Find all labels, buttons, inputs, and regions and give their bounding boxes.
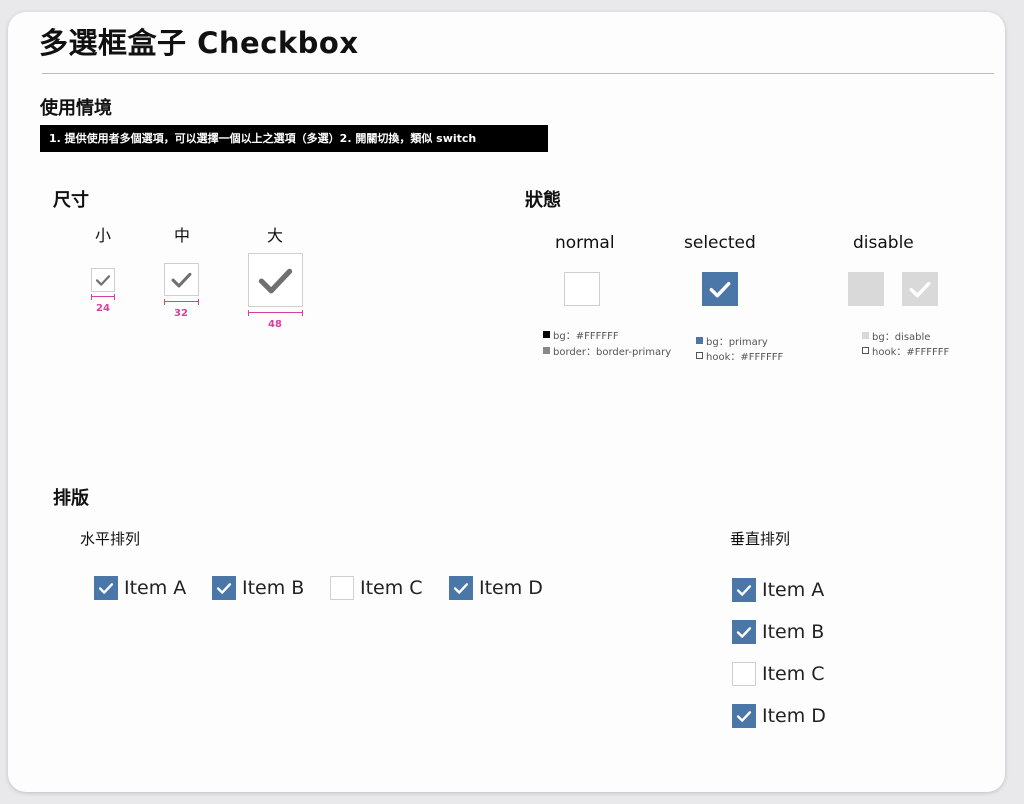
size-label-large: 大	[267, 226, 284, 245]
state-section-title: 狀態	[525, 190, 561, 211]
swatch-gray	[543, 347, 550, 354]
checkbox-size-small	[91, 268, 115, 292]
check-icon	[709, 281, 731, 298]
checkbox-checked[interactable]	[732, 704, 756, 728]
dimension-value-small: 24	[96, 303, 110, 314]
page-title: 多選框盒子 Checkbox	[39, 26, 359, 60]
spec-selected-bg: bg：primary	[696, 333, 768, 348]
size-section-title: 尺寸	[53, 190, 89, 211]
swatch-black	[543, 331, 550, 338]
spec-disable-bg: bg：disable	[862, 328, 930, 343]
title-divider	[42, 73, 994, 74]
horizontal-item-c[interactable]: Item C	[330, 576, 423, 600]
checkbox-state-normal	[564, 272, 600, 306]
spec-disable-hook: hook：#FFFFFF	[862, 343, 949, 358]
check-icon	[95, 275, 111, 286]
horizontal-item-a[interactable]: Item A	[94, 576, 186, 600]
dimension-line-medium	[164, 299, 199, 305]
usage-banner: 1. 提供使用者多個選項，可以選擇一個以上之選項（多選）2. 開關切換，類似 s…	[40, 125, 548, 152]
checkbox-state-disable-checked	[902, 272, 938, 306]
swatch-white	[696, 352, 703, 359]
check-icon	[909, 281, 931, 298]
vertical-item-d[interactable]: Item D	[732, 704, 826, 728]
checkbox-checked[interactable]	[94, 576, 118, 600]
spec-selected-hook: hook：#FFFFFF	[696, 348, 783, 363]
dimension-value-large: 48	[268, 319, 282, 330]
item-label: Item C	[762, 663, 825, 685]
item-label: Item B	[242, 577, 305, 599]
checkbox-state-selected	[702, 272, 738, 306]
dimension-line-small	[91, 294, 115, 300]
dimension-line-large	[248, 310, 303, 316]
check-icon	[453, 583, 469, 594]
checkbox-state-disable-unchecked	[848, 272, 884, 306]
checkbox-unchecked[interactable]	[732, 662, 756, 686]
checkbox-size-medium	[164, 263, 199, 296]
check-icon	[258, 268, 293, 294]
item-label: Item D	[762, 705, 826, 727]
vertical-item-c[interactable]: Item C	[732, 662, 825, 686]
horizontal-item-b[interactable]: Item B	[212, 576, 304, 600]
check-icon	[171, 272, 192, 288]
checkbox-checked[interactable]	[449, 576, 473, 600]
item-label: Item C	[360, 577, 423, 599]
item-label: Item A	[124, 577, 187, 599]
vertical-layout-title: 垂直排列	[730, 530, 791, 548]
check-icon	[736, 585, 752, 596]
spec-card: 多選框盒子 Checkbox 使用情境 1. 提供使用者多個選項，可以選擇一個以…	[8, 12, 1005, 792]
spec-normal-bg: bg：#FFFFFF	[543, 327, 619, 342]
state-label-normal: normal	[555, 233, 615, 253]
check-icon	[216, 583, 232, 594]
checkbox-checked[interactable]	[732, 620, 756, 644]
check-icon	[736, 627, 752, 638]
horizontal-item-d[interactable]: Item D	[449, 576, 543, 600]
vertical-item-a[interactable]: Item A	[732, 578, 824, 602]
layout-section-title: 排版	[53, 488, 89, 509]
usage-section-title: 使用情境	[40, 98, 112, 119]
swatch-disable	[862, 332, 869, 339]
state-label-disable: disable	[853, 233, 914, 253]
vertical-item-b[interactable]: Item B	[732, 620, 824, 644]
state-label-selected: selected	[684, 233, 756, 253]
check-icon	[736, 711, 752, 722]
item-label: Item A	[762, 579, 825, 601]
item-label: Item B	[762, 621, 825, 643]
check-icon	[98, 583, 114, 594]
item-label: Item D	[479, 577, 543, 599]
checkbox-checked[interactable]	[212, 576, 236, 600]
horizontal-layout-title: 水平排列	[80, 530, 141, 548]
size-label-medium: 中	[174, 226, 191, 245]
checkbox-size-large	[248, 253, 303, 307]
dimension-value-medium: 32	[174, 308, 188, 319]
checkbox-checked[interactable]	[732, 578, 756, 602]
checkbox-unchecked[interactable]	[330, 576, 354, 600]
swatch-primary	[696, 337, 703, 344]
swatch-white	[862, 347, 869, 354]
size-label-small: 小	[95, 226, 112, 245]
spec-normal-border: border：border-primary	[543, 343, 671, 358]
